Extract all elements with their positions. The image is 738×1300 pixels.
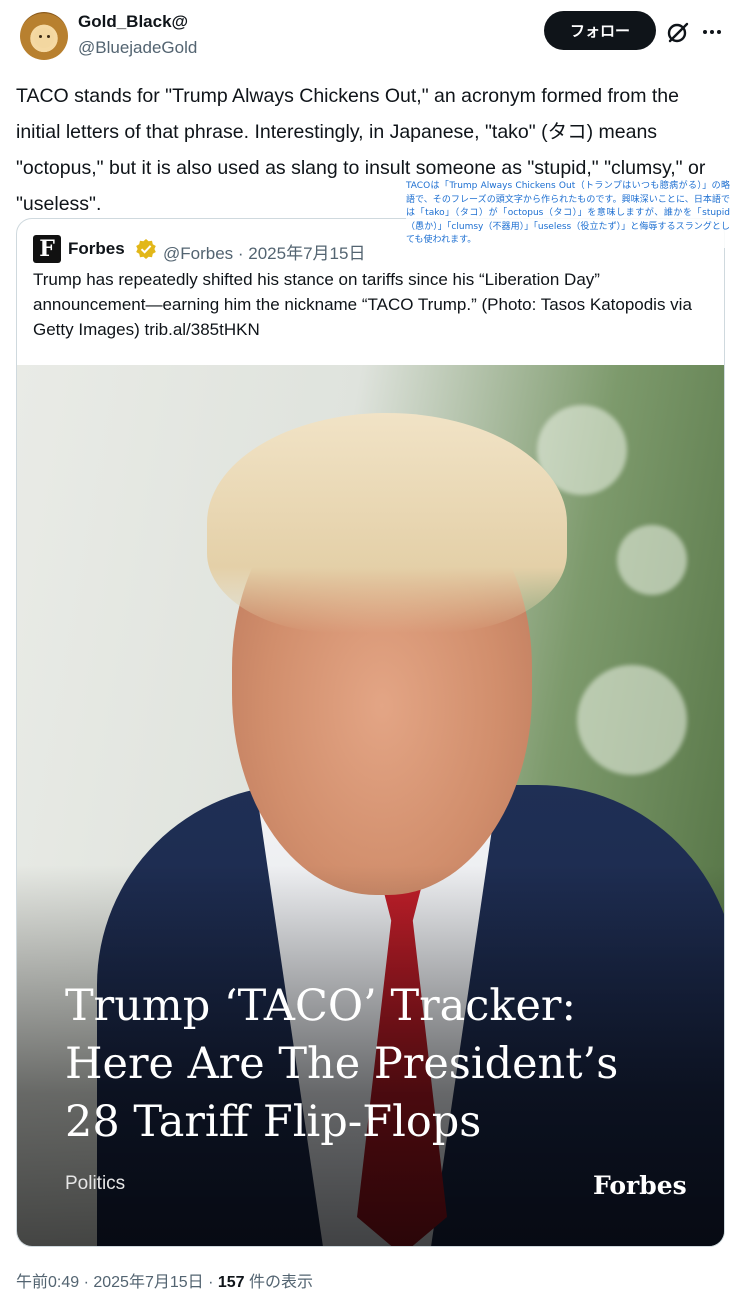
headline-line: Trump ‘TACO’ Tracker: [65, 981, 576, 1031]
headline-line: Here Are The President’s [65, 1039, 619, 1089]
hair-shape [207, 413, 567, 633]
avatar-eye-left [39, 35, 42, 38]
avatar-face [34, 28, 54, 48]
tweet-timestamp[interactable]: 午前0:49 · 2025年7月15日 · [16, 1274, 218, 1291]
author-display-name[interactable]: Gold_Black@ [78, 12, 188, 32]
quoted-meta[interactable]: @Forbes · 2025年7月15日 [163, 239, 365, 264]
forbes-wordmark: Forbes [593, 1171, 687, 1200]
background-bokeh [577, 665, 687, 775]
quoted-tweet-card[interactable]: F Forbes @Forbes · 2025年7月15日 Trump has … [16, 218, 725, 1247]
tweet-footer: 午前0:49 · 2025年7月15日 · 157 件の表示 [16, 1268, 313, 1292]
avatar-eye-right [47, 35, 50, 38]
author-handle[interactable]: @BluejadeGold [78, 38, 197, 58]
forbes-logo-icon[interactable]: F [33, 235, 61, 263]
quoted-text: Trump has repeatedly shifted his stance … [33, 270, 692, 339]
view-count: 157 [217, 1274, 245, 1291]
grok-icon[interactable] [664, 18, 692, 46]
more-icon[interactable] [698, 18, 726, 46]
background-bokeh [617, 525, 687, 595]
article-headline: Trump ‘TACO’ Tracker: Here Are The Presi… [65, 977, 665, 1151]
quoted-author-name[interactable]: Forbes [68, 239, 125, 259]
article-image[interactable]: Trump ‘TACO’ Tracker: Here Are The Presi… [17, 365, 724, 1246]
lion-avatar[interactable] [20, 12, 68, 60]
follow-button[interactable]: フォロー [544, 11, 656, 50]
view-label: 件の表示 [244, 1274, 314, 1291]
translation-overlay: TACOは「Trump Always Chickens Out（トランプはいつも… [406, 180, 730, 248]
article-category: Politics [65, 1173, 126, 1194]
headline-line: 28 Tariff Flip-Flops [65, 1097, 482, 1147]
verified-badge-icon [136, 239, 156, 259]
